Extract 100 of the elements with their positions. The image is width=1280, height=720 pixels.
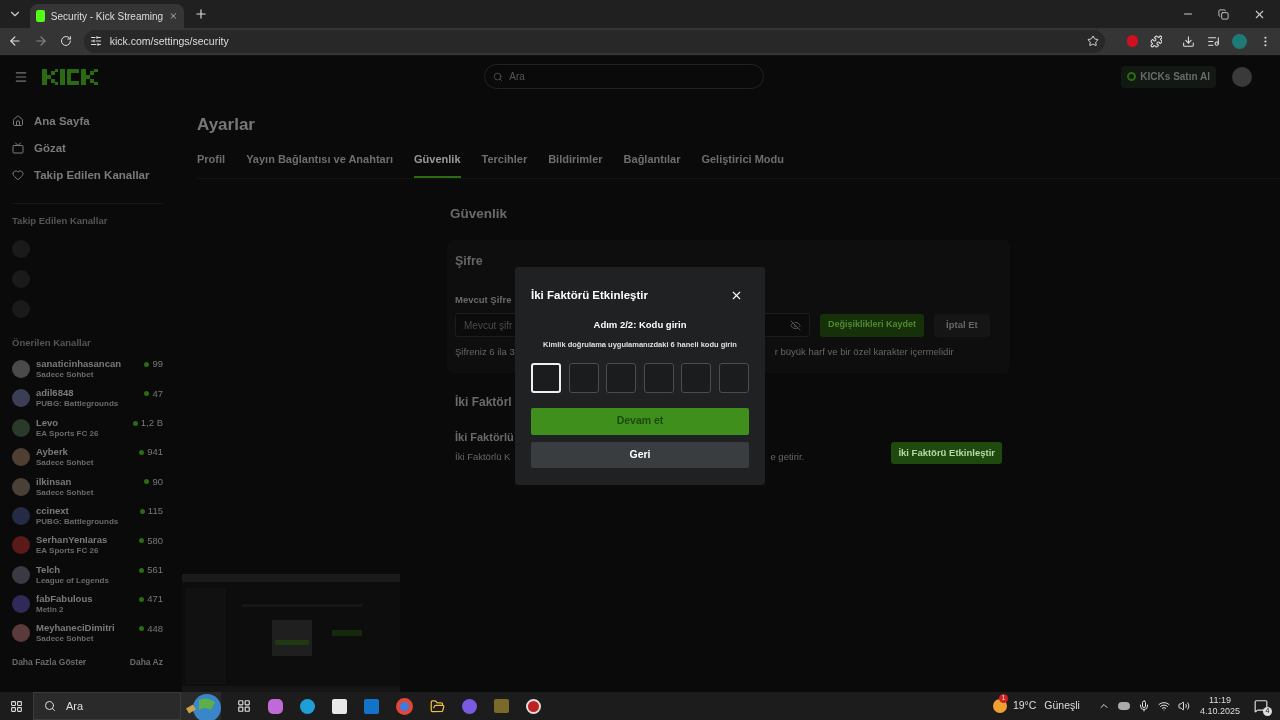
media-icon[interactable] xyxy=(1207,34,1221,48)
channel-item[interactable]: adil6848 PUBG: Battlegrounds 47 xyxy=(12,383,163,414)
back-button[interactable]: Geri xyxy=(531,441,749,468)
channel-item[interactable]: fabFabulous Metin 2 471 xyxy=(12,589,163,619)
speaker-icon[interactable] xyxy=(1177,700,1190,712)
microphone-icon[interactable] xyxy=(1137,700,1150,712)
channel-name: Levo xyxy=(36,416,60,428)
channel-category: EA Sports FC 26 xyxy=(36,545,100,557)
card-title: Şifre xyxy=(455,253,484,270)
channel-category: Metin 2 xyxy=(36,604,65,616)
channel-item[interactable]: ccinext PUBG: Battlegrounds 115 xyxy=(12,501,163,531)
buy-kicks-button[interactable]: KICKs Satın Al xyxy=(1121,65,1216,88)
site-settings-icon[interactable] xyxy=(89,35,102,48)
section-title: Güvenlik xyxy=(449,204,509,223)
settings-tab[interactable]: Geliştirici Modu xyxy=(701,151,784,178)
taskbar-search-field[interactable]: Ara xyxy=(33,692,181,720)
page-title: Ayarlar xyxy=(197,113,256,136)
kicks-coin-icon xyxy=(1127,72,1137,82)
app-icon[interactable] xyxy=(526,698,541,714)
sidebar-nav-item[interactable]: Gözat xyxy=(12,134,163,162)
card-title: İki Faktörlü xyxy=(455,430,514,446)
code-digit-field[interactable] xyxy=(606,362,637,393)
viewer-count: 561 xyxy=(147,563,163,577)
channel-item[interactable]: sanaticinhasancan Sadece Sohbet 99 xyxy=(12,354,163,384)
viewer-count: 115 xyxy=(147,504,163,519)
code-digit-field[interactable] xyxy=(568,362,599,393)
enable-2fa-button[interactable]: İki Faktörü Etkinleştir xyxy=(891,442,1002,464)
channel-category: PUBG: Battlegrounds xyxy=(36,515,120,527)
home-icon xyxy=(12,115,24,128)
channel-item[interactable]: Telch League of Legends 561 xyxy=(12,560,163,590)
settings-tab[interactable]: Yayın Bağlantısı ve Anahtarı xyxy=(246,151,394,178)
channel-name: ilkinsan xyxy=(36,475,73,487)
settings-tab[interactable]: Güvenlik xyxy=(414,151,461,178)
channel-item[interactable]: Levo EA Sports FC 26 1,2 B xyxy=(12,413,163,443)
code-digit-field[interactable] xyxy=(681,362,712,393)
cancel-button[interactable]: İptal Et xyxy=(934,313,990,337)
channel-name: sanaticinhasancan xyxy=(36,357,122,369)
viewer-count: 99 xyxy=(152,357,163,372)
channel-item[interactable]: SerhanYenIaras EA Sports FC 26 580 xyxy=(12,530,163,560)
restore-icon[interactable] xyxy=(1218,8,1229,20)
viewer-count: 448 xyxy=(147,621,163,636)
windows-start-icon[interactable] xyxy=(10,699,23,713)
field-label: Mevcut Şifre xyxy=(455,292,512,307)
new-tab-icon[interactable] xyxy=(194,7,208,21)
channel-name: ccinext xyxy=(36,504,70,516)
heart-icon xyxy=(12,169,24,182)
settings-tab[interactable]: Bağlantılar xyxy=(623,151,681,178)
profile-avatar[interactable] xyxy=(1232,33,1248,49)
channel-name: fabFabulous xyxy=(36,593,94,605)
channel-item[interactable]: MeyhaneciDimitri Sadece Sohbet 448 xyxy=(12,618,163,649)
bookmark-star-icon[interactable] xyxy=(1086,35,1099,48)
sidebar-nav-item[interactable]: Ana Sayfa xyxy=(12,107,163,135)
show-more-link[interactable]: Daha Fazla Göster xyxy=(12,656,87,669)
back-icon[interactable] xyxy=(8,34,22,49)
temperature-text: 19°C xyxy=(1012,698,1037,714)
search-icon xyxy=(44,700,56,712)
viewer-count: 471 xyxy=(147,592,163,607)
code-digit-field[interactable] xyxy=(718,362,749,393)
channel-item[interactable]: ilkinsan Sadece Sohbet 90 xyxy=(12,471,163,502)
dialog-title: İki Faktörü Etkinleştir xyxy=(531,288,648,303)
tab-title: Security - Kick Streaming xyxy=(50,9,164,24)
settings-tab[interactable]: Bildirimler xyxy=(548,151,603,178)
code-digit-field[interactable] xyxy=(643,362,674,393)
clock[interactable]: 11:19 4.10.2025 xyxy=(1199,695,1240,717)
sidebar-nav-item[interactable]: Takip Edilen Kanallar xyxy=(12,161,163,189)
save-button[interactable]: Değişiklikleri Kaydet xyxy=(820,313,925,337)
network-icon[interactable] xyxy=(1157,700,1170,712)
channel-category: Sadece Sohbet xyxy=(36,368,95,380)
channel-category: PUBG: Battlegrounds xyxy=(36,398,120,410)
reload-icon[interactable] xyxy=(59,35,72,48)
viewer-count: 580 xyxy=(147,533,163,548)
step-title: Adım 2/2: Kodu girin xyxy=(592,318,688,333)
download-icon[interactable] xyxy=(1182,34,1196,48)
channel-name: adil6848 xyxy=(36,387,75,399)
eye-off-icon[interactable] xyxy=(790,319,801,331)
extensions-icon[interactable] xyxy=(1149,34,1163,48)
section-title: İki Faktörl xyxy=(455,394,512,412)
notifications-icon[interactable] xyxy=(1254,699,1268,713)
settings-tab[interactable]: Tercihler xyxy=(481,151,528,178)
forward-icon[interactable] xyxy=(33,34,48,49)
show-less-link[interactable]: Daha Az xyxy=(129,656,163,669)
settings-tab[interactable]: Profil xyxy=(197,151,226,178)
weather-icon[interactable] xyxy=(992,699,1007,713)
address-field[interactable]: kick.com/settings/security xyxy=(83,29,1105,53)
browser-tab[interactable]: Security - Kick Streaming xyxy=(30,4,184,28)
channel-item[interactable]: Ayberk Sadece Sohbet 941 xyxy=(12,442,163,472)
channel-category: Sadece Sohbet xyxy=(36,486,95,498)
section-heading: Önerilen Kanallar xyxy=(12,336,92,350)
task-view-icon[interactable] xyxy=(237,699,251,713)
continue-button[interactable]: Devam et xyxy=(531,407,749,435)
viewer-count: 941 xyxy=(147,445,163,460)
section-heading: Takip Edilen Kanallar xyxy=(12,213,109,228)
channel-category: Sadece Sohbet xyxy=(36,633,95,645)
search-icon xyxy=(493,71,504,82)
folder-icon[interactable] xyxy=(430,698,445,714)
viewer-count: 47 xyxy=(152,386,163,401)
channel-name: Telch xyxy=(36,563,62,575)
menu-icon[interactable] xyxy=(14,69,28,84)
channel-name: SerhanYenIaras xyxy=(36,534,109,546)
description-text: e getirir. xyxy=(770,449,805,464)
